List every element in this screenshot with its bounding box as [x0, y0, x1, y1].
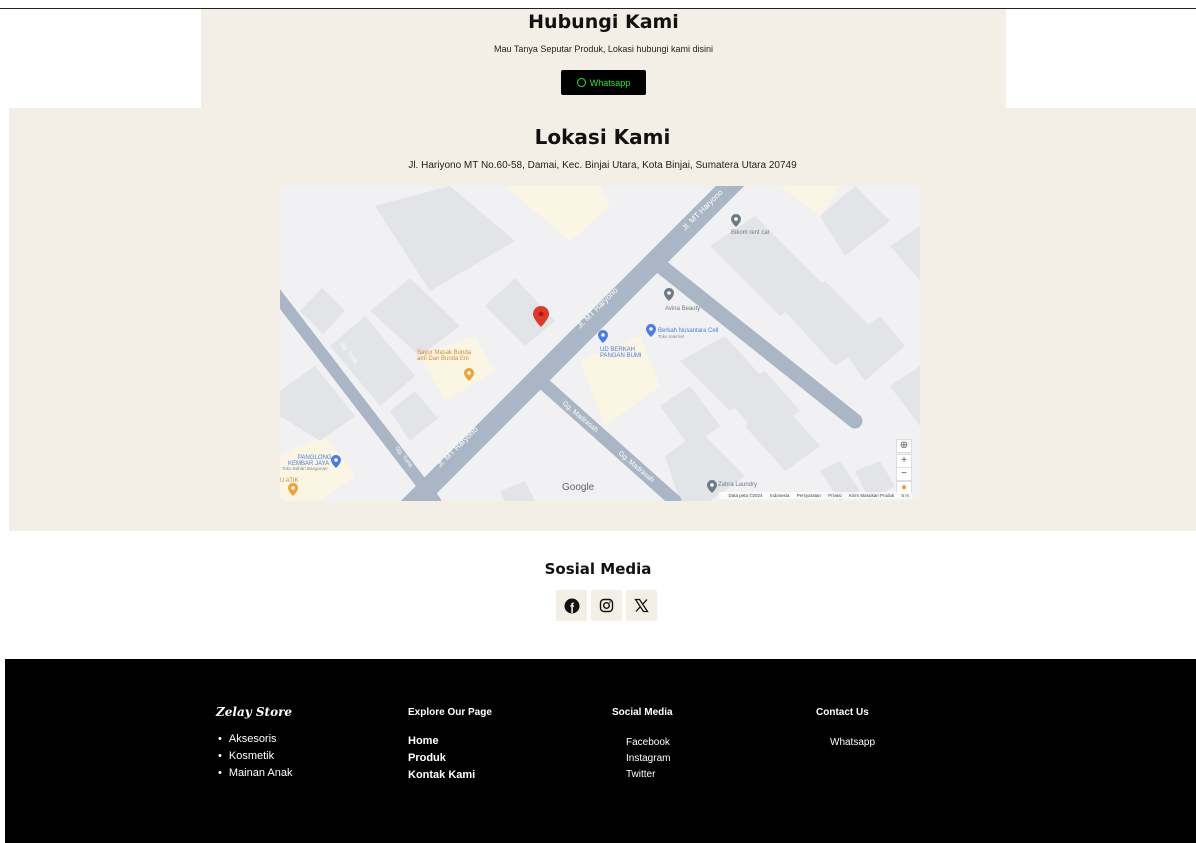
place-label: Zahra Laundry — [718, 482, 757, 488]
social-media-list: Facebook Instagram Twitter — [626, 735, 670, 783]
footer-facebook-link[interactable]: Facebook — [626, 737, 670, 748]
instagram-icon — [599, 598, 614, 613]
brand-logo[interactable]: Zelay Store — [216, 705, 292, 719]
facebook-icon — [564, 598, 579, 613]
category-item[interactable]: Kosmetik — [218, 748, 292, 765]
place-label: ami Dan Bunda Eni — [417, 356, 469, 362]
category-label: Mainan Anak — [228, 767, 293, 779]
map-data-credit: Data peta ©2024 — [728, 493, 763, 498]
my-location-button[interactable]: ⊕ — [896, 439, 912, 453]
site-footer: Zelay Store Aksesoris Kosmetik Mainan An… — [5, 659, 1196, 843]
x-twitter-button[interactable] — [626, 590, 657, 621]
social-media-title: Social Media — [612, 707, 673, 718]
location-address: Jl. Hariyono MT No.60-58, Damai, Kec. Bi… — [408, 160, 797, 171]
whatsapp-button[interactable]: Whatsapp — [561, 70, 646, 95]
category-item[interactable]: Aksesoris — [218, 731, 292, 748]
category-label: Aksesoris — [228, 733, 277, 745]
place-label: PANGAN BUMI — [600, 353, 642, 359]
explore-list: Home Produk Kontak Kami — [408, 733, 475, 784]
place-label: Toko Bahan Bangunan — [282, 466, 328, 471]
google-logo: Google — [562, 482, 595, 493]
instagram-button[interactable] — [591, 590, 622, 621]
explore-title: Explore Our Page — [408, 707, 492, 718]
footer-whatsapp-link[interactable]: Whatsapp — [830, 737, 875, 748]
contact-us-title: Contact Us — [816, 707, 869, 718]
contact-subtitle: Mau Tanya Seputar Produk, Lokasi hubungi… — [494, 44, 713, 54]
social-title: Sosial Media — [544, 560, 652, 578]
google-map[interactable]: Jl. MT Haryono Jl. MT Haryono Jl. MT Har… — [280, 186, 920, 501]
place-label: U ATIK — [280, 478, 299, 484]
contact-title: Hubungi Kami — [528, 11, 679, 33]
contact-us-list: Whatsapp — [830, 735, 875, 751]
map-canvas[interactable]: Jl. MT Haryono Jl. MT Haryono Jl. MT Har… — [280, 186, 920, 501]
crosshair-icon: ⊕ — [899, 440, 909, 451]
category-list: Aksesoris Kosmetik Mainan Anak — [218, 731, 293, 782]
map-feedback-link[interactable]: Kirim Masukan Produk — [849, 493, 894, 498]
contact-section: Hubungi Kami Mau Tanya Seputar Produk, L… — [201, 9, 1006, 108]
nav-link-produk[interactable]: Produk — [408, 752, 446, 764]
location-section: Lokasi Kami Jl. Hariyono MT No.60-58, Da… — [9, 108, 1196, 531]
map-region: Indonesia — [769, 493, 790, 498]
map-pin-dot — [538, 311, 544, 317]
footer-instagram-link[interactable]: Instagram — [626, 753, 670, 764]
place-label: Toko Internet — [658, 334, 685, 339]
nav-link-home[interactable]: Home — [408, 735, 439, 747]
category-label: Kosmetik — [228, 750, 275, 762]
map-privacy-link[interactable]: Privasi — [828, 493, 842, 498]
x-icon — [634, 598, 649, 613]
map-footer: Data peta ©2024 Indonesia Persyaratan Pr… — [719, 492, 912, 499]
nav-link-kontak[interactable]: Kontak Kami — [408, 769, 475, 781]
zoom-in-button[interactable]: + — [896, 454, 912, 468]
map-scale: 5 m — [901, 493, 909, 498]
footer-twitter-link[interactable]: Twitter — [626, 769, 655, 780]
zoom-out-button[interactable]: − — [896, 467, 912, 481]
category-item[interactable]: Mainan Anak — [218, 765, 293, 782]
location-title: Lokasi Kami — [534, 125, 671, 149]
place-label: Bikom rent car — [731, 230, 770, 236]
whatsapp-button-label: Whatsapp — [589, 77, 631, 88]
whatsapp-icon — [576, 78, 586, 87]
map-terms-link[interactable]: Persyaratan — [797, 493, 821, 498]
place-label: Avina Beauty — [665, 306, 700, 312]
facebook-button[interactable] — [556, 590, 587, 621]
